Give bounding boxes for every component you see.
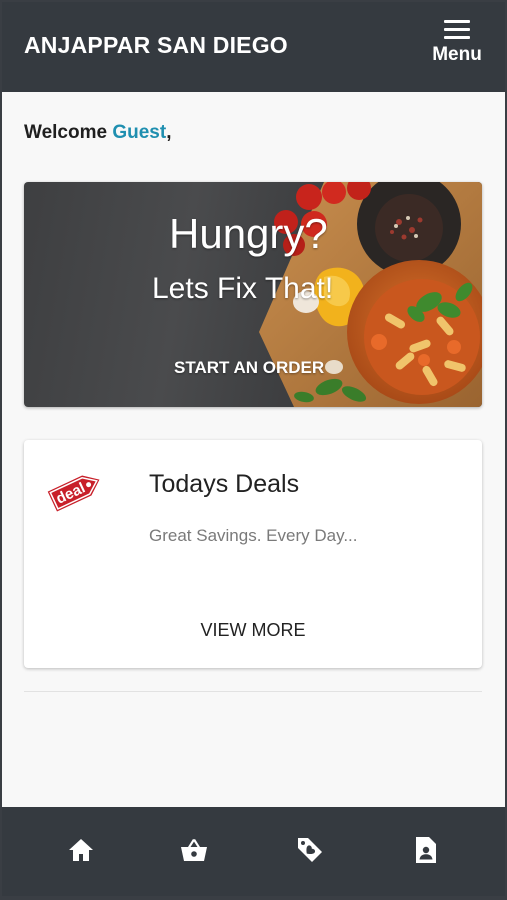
welcome-prefix: Welcome [24,122,113,143]
bottom-navigation [2,807,505,896]
tag-heart-icon[interactable] [295,835,325,865]
view-more-button[interactable]: VIEW MORE [24,620,482,641]
start-order-button[interactable]: START AN ORDER [174,358,324,378]
deals-subtitle: Great Savings. Every Day... [149,526,358,545]
welcome-message: Welcome Guest, [24,122,172,144]
app-title: ANJAPPAR SAN DIEGO [24,32,288,58]
section-divider [24,691,482,692]
menu-button[interactable]: Menu [427,16,487,72]
hero-title: Hungry? [169,210,328,257]
home-icon[interactable] [66,835,96,865]
hamburger-icon [444,20,470,39]
basket-icon[interactable] [179,835,209,865]
welcome-suffix: , [166,122,172,143]
todays-deals-card[interactable]: deal Todays Deals Great Savings. Every D… [24,440,482,668]
hero-subtitle: Lets Fix That! [152,272,334,305]
hero-banner[interactable]: Hungry? Lets Fix That! START AN ORDER [24,182,482,407]
account-document-icon[interactable] [411,835,441,865]
app-frame: ANJAPPAR SAN DIEGO Menu Welcome Guest, H… [2,2,505,896]
deals-title: Todays Deals [149,470,300,498]
welcome-user-name[interactable]: Guest [112,122,166,143]
deal-tag-icon: deal [47,475,100,512]
menu-label: Menu [432,44,482,65]
top-app-bar: ANJAPPAR SAN DIEGO Menu [2,2,505,92]
